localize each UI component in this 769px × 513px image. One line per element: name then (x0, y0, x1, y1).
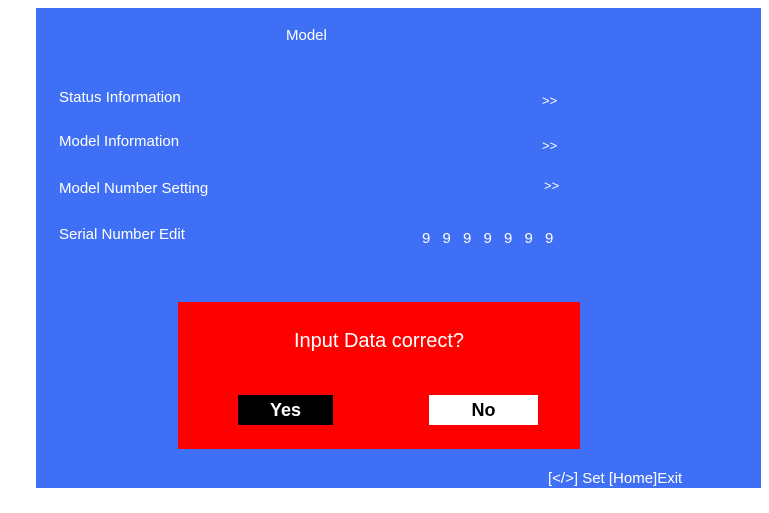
serial-digit[interactable]: 9 (525, 230, 546, 247)
serial-digit[interactable]: 9 (422, 230, 443, 247)
serial-digit[interactable]: 9 (504, 230, 525, 247)
serial-digit[interactable]: 9 (545, 230, 566, 247)
submenu-arrow-model-number[interactable]: >> (544, 178, 559, 193)
serial-digit[interactable]: 9 (443, 230, 464, 247)
serial-digit[interactable]: 9 (463, 230, 484, 247)
page-title: Model (286, 27, 327, 44)
menu-item-serial-number-edit[interactable]: Serial Number Edit (59, 226, 185, 243)
submenu-arrow-model[interactable]: >> (542, 138, 557, 153)
confirm-dialog: Input Data correct? Yes No (178, 302, 580, 449)
menu-item-model-number-setting[interactable]: Model Number Setting (59, 180, 208, 197)
dialog-question: Input Data correct? (293, 330, 465, 352)
osd-screen: Model Status Information >> Model Inform… (36, 8, 761, 488)
yes-button[interactable]: Yes (238, 395, 333, 425)
serial-number-digits[interactable]: 9 9 9 9 9 9 9 (422, 230, 566, 247)
key-hint: [</>] Set [Home]Exit (548, 470, 683, 487)
serial-digit[interactable]: 9 (484, 230, 505, 247)
no-button[interactable]: No (429, 395, 538, 425)
submenu-arrow-status[interactable]: >> (542, 93, 557, 108)
menu-item-model-information[interactable]: Model Information (59, 133, 179, 150)
menu-item-status-information[interactable]: Status Information (59, 89, 181, 106)
